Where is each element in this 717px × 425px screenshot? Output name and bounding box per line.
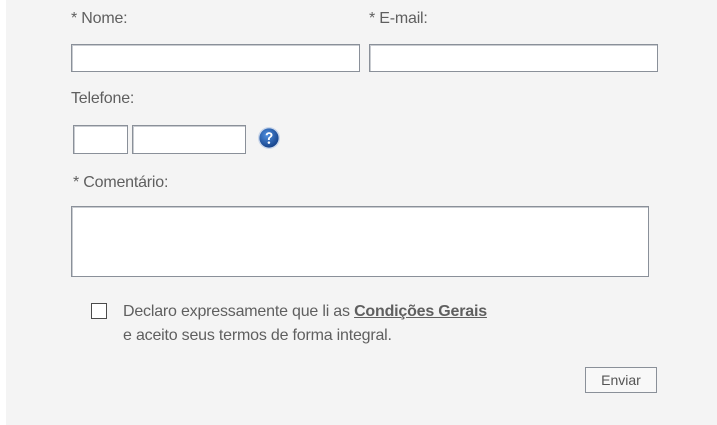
submit-button[interactable]: Enviar <box>585 367 657 393</box>
email-label: * E-mail: <box>369 10 428 27</box>
name-label: * Nome: <box>71 10 128 27</box>
consent-text: Declaro expressamente que li as Condiçõe… <box>123 300 487 348</box>
phone-area-code-field[interactable] <box>73 125 128 154</box>
consent-text-before: Declaro expressamente que li as <box>123 303 355 320</box>
phone-number-field[interactable] <box>132 125 246 154</box>
consent-checkbox[interactable] <box>91 303 107 319</box>
comment-textarea[interactable] <box>71 206 649 277</box>
phone-label: Telefone: <box>71 90 135 107</box>
help-icon[interactable] <box>257 126 281 150</box>
comment-label: * Comentário: <box>73 174 169 191</box>
name-field[interactable] <box>71 44 360 72</box>
terms-link[interactable]: Condições Gerais <box>354 303 487 320</box>
email-field[interactable] <box>369 44 658 72</box>
consent-text-after: e aceito seus termos de forma integral. <box>123 327 392 344</box>
